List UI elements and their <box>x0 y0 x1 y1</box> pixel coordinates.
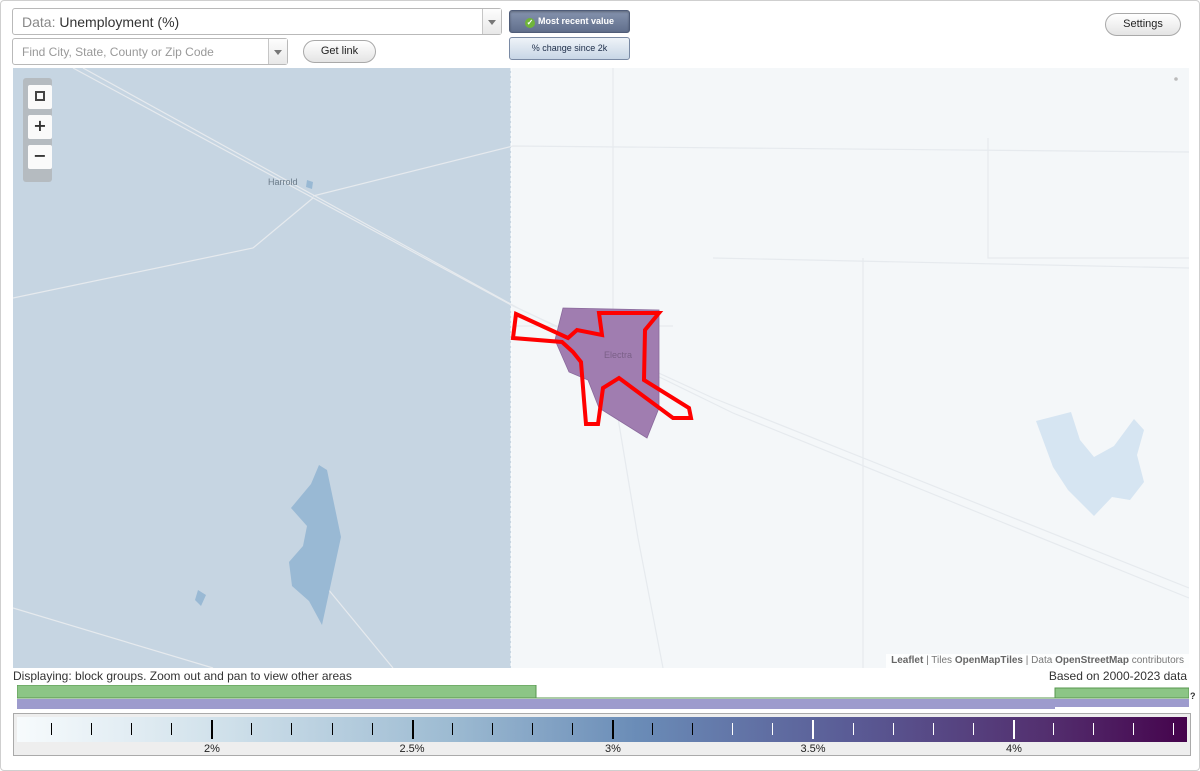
legend-tick <box>291 723 292 735</box>
legend-tick <box>1173 723 1174 735</box>
legend-tick <box>131 723 132 735</box>
legend-tick <box>332 723 333 735</box>
data-range-purple <box>17 699 1189 709</box>
legend-tick <box>251 723 252 735</box>
data-dropdown-arrow[interactable] <box>482 9 501 34</box>
legend-tick <box>973 723 974 735</box>
minus-icon: − <box>33 146 47 165</box>
help-icon[interactable]: ? <box>1190 691 1196 701</box>
legend-tick <box>171 723 172 735</box>
legend-tick <box>372 723 373 735</box>
chevron-down-icon <box>488 19 496 25</box>
legend-label: 3.5% <box>800 743 826 755</box>
plus-icon: + <box>33 116 47 135</box>
leaflet-link[interactable]: Leaflet <box>891 655 923 666</box>
most-recent-label: Most recent value <box>537 16 615 26</box>
data-select[interactable]: Data: Unemployment (%) <box>12 8 502 35</box>
most-recent-toggle[interactable]: ✓ Most recent value <box>509 10 630 33</box>
legend-tick <box>933 723 934 735</box>
osm-link[interactable]: OpenStreetMap <box>1055 655 1129 666</box>
zoom-out-button[interactable]: − <box>28 145 52 169</box>
fit-bounds-icon <box>35 91 45 101</box>
based-on-text: Based on 2000-2023 data <box>1048 669 1187 683</box>
search-dropdown-arrow[interactable] <box>268 39 287 64</box>
fit-bounds-button[interactable] <box>28 85 52 109</box>
legend-tick <box>1133 723 1134 735</box>
legend-tick-major <box>211 720 213 739</box>
data-range-bars <box>17 685 1189 709</box>
tiles-link[interactable]: OpenMapTiles <box>955 655 1023 666</box>
legend-label: 2.5% <box>399 743 425 755</box>
search-box[interactable] <box>12 38 288 65</box>
legend-tick <box>1053 723 1054 735</box>
app-frame: Data: Unemployment (%) Get link ✓Most re… <box>0 0 1200 771</box>
color-legend[interactable]: 2% 2.5% 3% 3.5% 4% <box>13 713 1191 756</box>
data-range-gap <box>1055 707 1189 709</box>
get-link-button[interactable]: Get link <box>303 40 376 63</box>
map-canvas <box>13 68 1189 668</box>
chevron-down-icon <box>274 49 282 55</box>
legend-tick <box>532 723 533 735</box>
choropleth-area <box>13 68 511 668</box>
data-select-label: Data: Unemployment (%) <box>22 14 180 30</box>
legend-label: 3% <box>605 743 621 755</box>
place-label-electra: Electra <box>604 350 633 360</box>
map-view[interactable]: Harrold Electra + − Leaflet | Tiles Open… <box>13 68 1189 668</box>
legend-tick-major <box>412 720 414 739</box>
zoom-in-button[interactable]: + <box>28 115 52 139</box>
legend-tick <box>692 723 693 735</box>
legend-label: 4% <box>1006 743 1022 755</box>
displaying-text: Displaying: block groups. Zoom out and p… <box>13 669 352 683</box>
legend-tick <box>732 723 733 735</box>
legend-tick-major <box>612 720 614 739</box>
map-attribution: Leaflet | Tiles OpenMapTiles | Data Open… <box>886 654 1189 668</box>
legend-tick <box>91 723 92 735</box>
legend-tick <box>492 723 493 735</box>
legend-tick-major <box>1013 720 1015 739</box>
place-label-harrold: Harrold <box>268 177 298 187</box>
legend-tick <box>772 723 773 735</box>
legend-label: 2% <box>204 743 220 755</box>
legend-tick <box>893 723 894 735</box>
check-icon: ✓ <box>524 18 535 28</box>
legend-tick <box>1093 723 1094 735</box>
legend-tick <box>572 723 573 735</box>
map-dot <box>1174 77 1178 81</box>
data-range-green <box>17 685 1189 699</box>
legend-gradient <box>17 717 1187 742</box>
pct-change-toggle[interactable]: % change since 2k <box>509 37 630 60</box>
legend-tick <box>452 723 453 735</box>
legend-tick-major <box>812 720 814 739</box>
legend-tick <box>853 723 854 735</box>
legend-tick <box>51 723 52 735</box>
legend-tick <box>652 723 653 735</box>
settings-button[interactable]: Settings <box>1105 13 1181 36</box>
map-zoom-controls: + − <box>23 78 52 182</box>
search-input[interactable] <box>14 40 264 63</box>
